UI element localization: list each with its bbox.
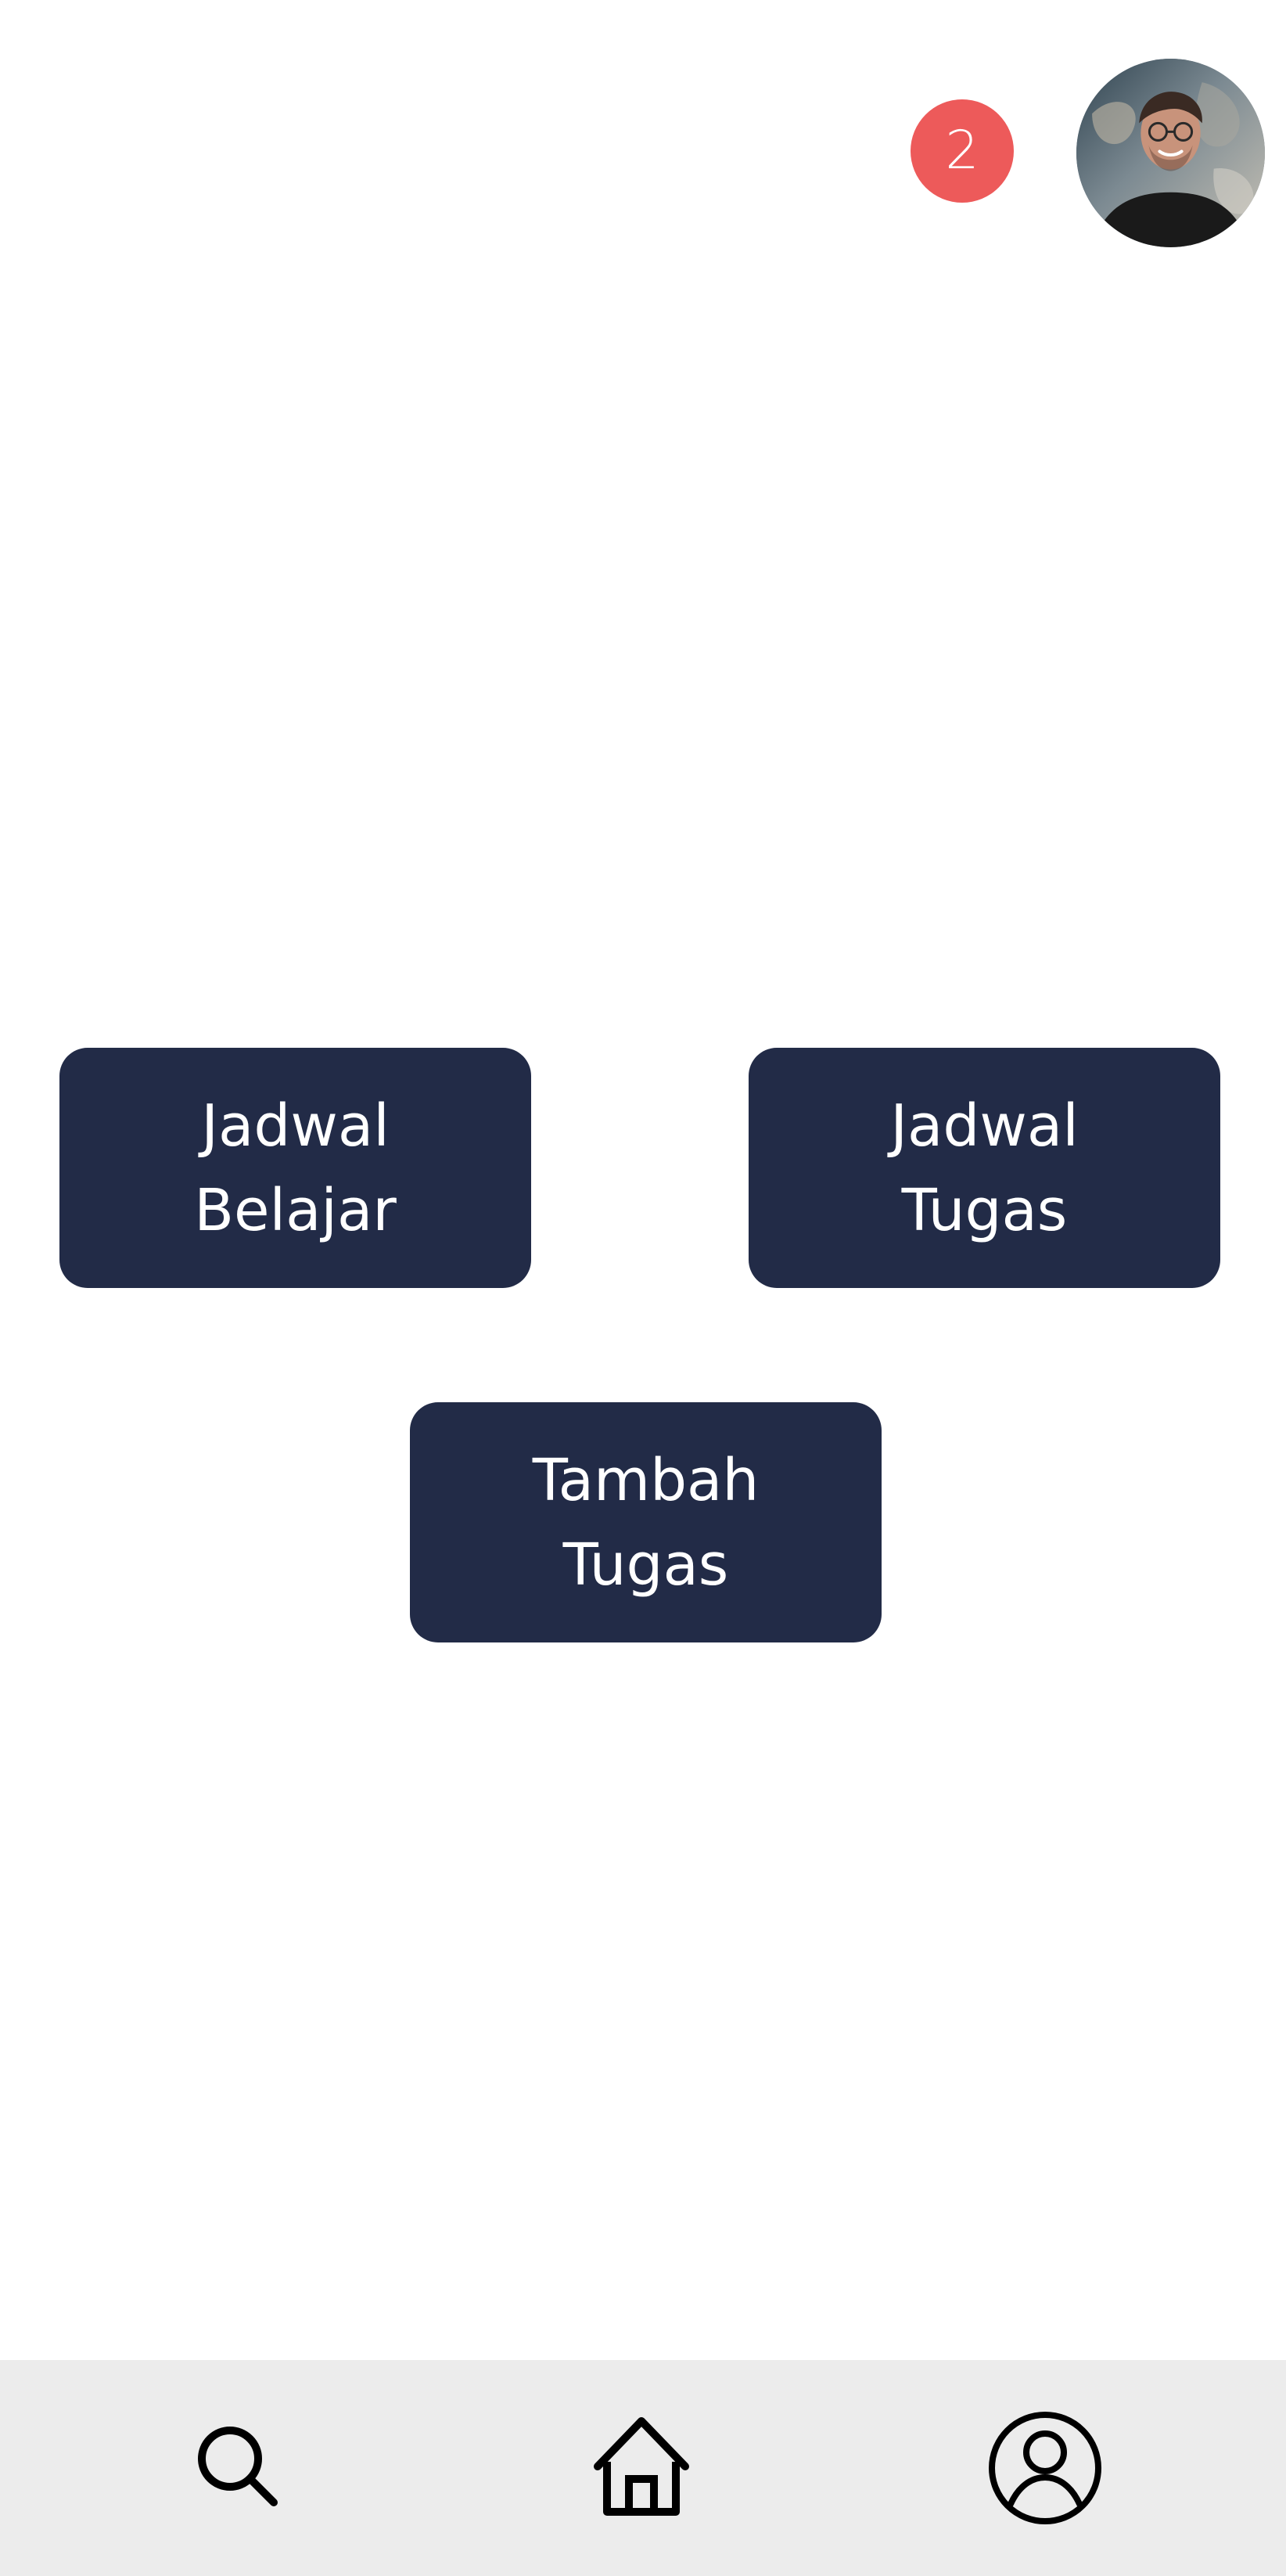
- home-icon: [594, 2417, 689, 2516]
- bottom-navigation: [0, 2360, 1286, 2576]
- avatar[interactable]: [1076, 59, 1265, 247]
- tambah-tugas-button[interactable]: Tambah Tugas: [410, 1402, 882, 1642]
- avatar-image: [1076, 59, 1265, 247]
- jadwal-tugas-button[interactable]: Jadwal Tugas: [749, 1048, 1220, 1288]
- notification-badge[interactable]: 2: [911, 99, 1014, 203]
- profile-icon: [989, 2412, 1101, 2524]
- nav-home-button[interactable]: [579, 2405, 704, 2531]
- nav-profile-button[interactable]: [982, 2405, 1108, 2531]
- nav-search-button[interactable]: [177, 2405, 302, 2531]
- jadwal-belajar-button[interactable]: Jadwal Belajar: [59, 1048, 531, 1288]
- search-icon: [198, 2427, 278, 2506]
